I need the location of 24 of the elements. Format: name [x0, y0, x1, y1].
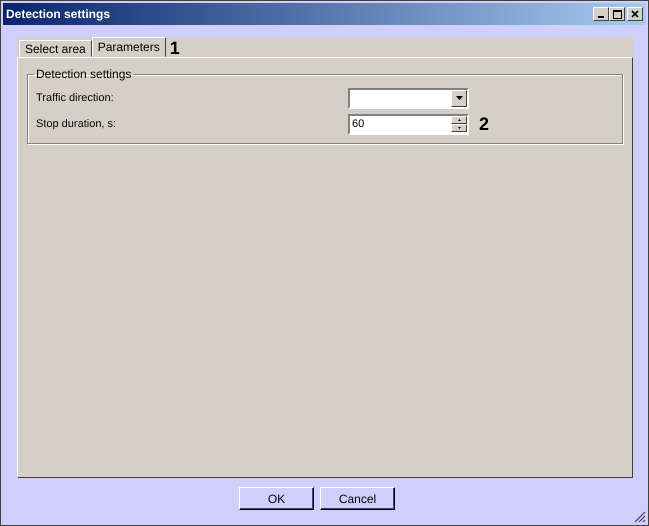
field-label: Stop duration, s: [36, 118, 118, 130]
callout-number: 1 [170, 39, 180, 57]
dropdown-field[interactable] [348, 88, 469, 108]
spin-down-button[interactable] [451, 124, 467, 132]
window-title: Detection settings [6, 7, 110, 21]
dialog-button[interactable]: OK [239, 487, 314, 510]
number-field[interactable]: 60 [348, 114, 469, 134]
up-arrow-icon [458, 119, 460, 121]
caret-icon [456, 96, 462, 100]
down-arrow-icon [458, 127, 460, 129]
tab[interactable]: Select area [19, 40, 92, 57]
group-title: Detection settings [35, 67, 132, 81]
tab[interactable]: Parameters [92, 37, 166, 57]
field-label: Traffic direction: [36, 92, 115, 104]
resize-grip-icon[interactable] [634, 511, 646, 523]
dialog-button[interactable]: Cancel [320, 487, 395, 510]
maximize-icon [612, 10, 622, 18]
spin-up-button[interactable] [451, 116, 467, 124]
close-icon [631, 10, 639, 18]
close-button[interactable] [627, 7, 643, 21]
maximize-button[interactable] [609, 7, 625, 21]
minimize-button[interactable] [593, 7, 609, 21]
dropdown-button[interactable] [451, 90, 467, 106]
callout-number: 2 [479, 115, 490, 133]
